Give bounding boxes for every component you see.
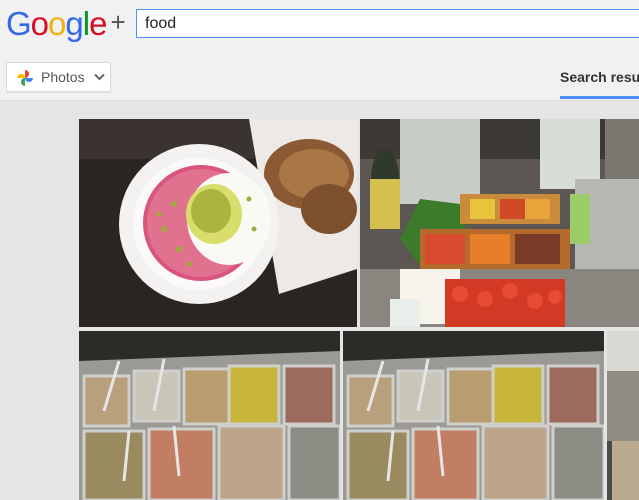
logo-letter: g xyxy=(65,5,83,42)
photo-buffet-trays-image xyxy=(343,331,604,500)
photo-tile[interactable] xyxy=(79,331,340,500)
photo-tile[interactable] xyxy=(360,119,639,327)
logo-letter: e xyxy=(89,5,107,42)
photo-tile[interactable] xyxy=(607,331,639,500)
photo-vegetable-market-image xyxy=(360,119,639,327)
logo-letter: G xyxy=(6,5,32,42)
google-plus-logo[interactable]: Google + xyxy=(6,2,126,46)
filter-bar: Photos Search resul xyxy=(0,53,639,101)
logo-letter: o xyxy=(30,5,49,42)
photos-pinwheel-icon xyxy=(17,70,33,86)
search-box[interactable] xyxy=(136,9,639,38)
search-input[interactable] xyxy=(137,10,639,37)
logo-plus: + xyxy=(110,7,125,37)
photo-beet-dip-image xyxy=(79,119,357,327)
photos-filter-dropdown[interactable]: Photos xyxy=(6,62,111,92)
photo-tile[interactable] xyxy=(79,119,357,327)
photo-buffet-trays-image xyxy=(79,331,340,500)
active-tab-indicator xyxy=(560,96,639,99)
logo-letter: o xyxy=(48,5,66,42)
tab-search-results[interactable]: Search resul xyxy=(560,69,639,85)
photo-tile[interactable] xyxy=(343,331,604,500)
chevron-down-icon xyxy=(94,73,105,81)
photos-filter-label: Photos xyxy=(41,69,85,85)
photo-buffet-trays-image xyxy=(607,331,639,500)
top-header: Google + xyxy=(0,0,639,53)
